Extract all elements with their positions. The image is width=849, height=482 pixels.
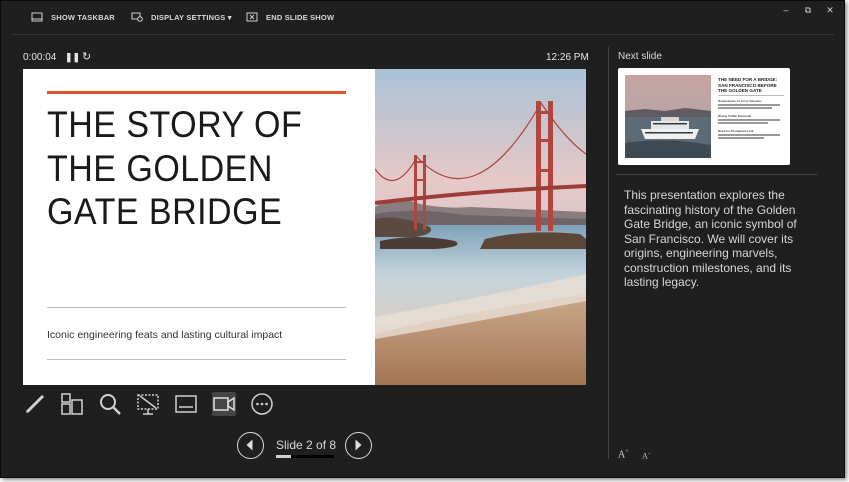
- panel-divider[interactable]: [608, 47, 609, 459]
- next-slide-text-line: [718, 119, 780, 121]
- more-options-icon[interactable]: [250, 392, 274, 416]
- toolbar: SHOW TASKBAR DISPLAY SETTINGS ▾ END SLID…: [1, 1, 844, 35]
- slide-title-line: THE GOLDEN: [47, 147, 273, 189]
- next-slide-text-line: [718, 134, 780, 136]
- camera-icon: [213, 396, 235, 412]
- slide-title: THE STORY OF THE GOLDEN GATE BRIDGE: [47, 103, 341, 234]
- close-button[interactable]: ✕: [823, 5, 837, 16]
- slide-progress-fill: [276, 455, 291, 458]
- ferry-photo: [625, 75, 711, 158]
- end-show-icon: [246, 12, 258, 22]
- next-slide-heading: Dependence on Ferry Services: [718, 99, 762, 103]
- minimize-button[interactable]: –: [779, 5, 793, 15]
- zoom-icon[interactable]: [98, 392, 122, 416]
- show-taskbar-button[interactable]: SHOW TASKBAR: [31, 12, 115, 22]
- restore-button[interactable]: ⧉: [801, 5, 815, 16]
- notes-divider: [616, 174, 817, 175]
- next-slide-title-line: THE GOLDEN GATE: [718, 88, 762, 93]
- next-slide-heading: Rising Traffic Demands: [718, 114, 752, 118]
- camera-toggle[interactable]: [212, 392, 236, 416]
- show-taskbar-label: SHOW TASKBAR: [51, 12, 115, 22]
- decrease-font-button[interactable]: A−: [642, 451, 651, 461]
- end-slide-show-label: END SLIDE SHOW: [266, 12, 335, 22]
- see-all-slides-icon[interactable]: [60, 392, 84, 416]
- golden-gate-photo: [375, 69, 586, 385]
- end-slide-show-button[interactable]: END SLIDE SHOW: [246, 12, 334, 22]
- pen-icon[interactable]: [23, 392, 47, 416]
- display-settings-label: DISPLAY SETTINGS ▾: [151, 12, 232, 22]
- next-slide-text-line: [718, 137, 764, 139]
- increase-font-button[interactable]: A+: [618, 449, 629, 460]
- display-settings-icon: [131, 12, 143, 22]
- subtitles-icon[interactable]: [174, 392, 198, 416]
- slide-rule: [47, 359, 346, 360]
- previous-slide-button[interactable]: [237, 432, 264, 459]
- slide-accent-line: [47, 91, 346, 94]
- pause-icon[interactable]: ❚❚: [65, 52, 80, 63]
- black-screen-icon[interactable]: [136, 392, 160, 416]
- next-slide-button[interactable]: [345, 432, 372, 459]
- next-slide-text-line: [718, 104, 780, 106]
- slide-subtitle: Iconic engineering feats and lasting cul…: [47, 329, 283, 341]
- toolbar-divider: [11, 34, 834, 35]
- slide-title-line: GATE BRIDGE: [47, 191, 283, 232]
- next-slide-text-line: [718, 122, 768, 124]
- speaker-notes[interactable]: This presentation explores the fascinati…: [624, 188, 814, 290]
- presenter-view-window: SHOW TASKBAR DISPLAY SETTINGS ▾ END SLID…: [0, 0, 845, 478]
- previous-arrow-icon: [246, 439, 253, 451]
- next-slide-label: Next slide: [618, 51, 662, 62]
- next-arrow-icon: [355, 439, 362, 451]
- next-slide-rule: [718, 95, 784, 96]
- slide-progress-bar: [276, 455, 334, 458]
- elapsed-timer: 0:00:04: [23, 52, 57, 63]
- taskbar-icon: [31, 12, 43, 22]
- clock: 12:26 PM: [546, 52, 589, 63]
- next-slide-title: THE NEED FOR A BRIDGE: SAN FRANCISCO BEF…: [718, 77, 788, 94]
- restart-icon[interactable]: ↻: [82, 50, 91, 63]
- next-slide-heading: Need for Permanent Link: [718, 129, 754, 133]
- display-settings-button[interactable]: DISPLAY SETTINGS ▾: [131, 12, 232, 22]
- slide-title-line: THE STORY OF: [47, 104, 303, 145]
- current-slide[interactable]: THE STORY OF THE GOLDEN GATE BRIDGE Icon…: [23, 69, 586, 385]
- slide-counter[interactable]: Slide 2 of 8: [276, 438, 336, 452]
- next-slide-thumbnail[interactable]: THE NEED FOR A BRIDGE: SAN FRANCISCO BEF…: [618, 68, 790, 165]
- next-slide-text-line: [718, 107, 772, 109]
- slide-rule: [47, 307, 346, 308]
